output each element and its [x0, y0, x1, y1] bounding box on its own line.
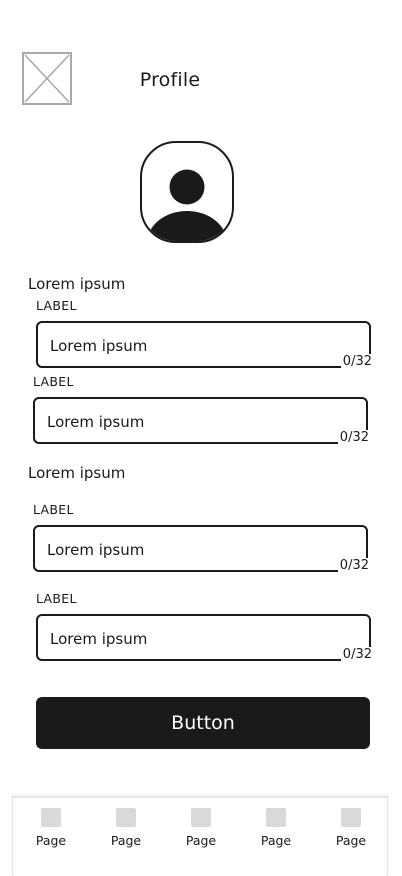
tab-page-4[interactable]: Page [246, 808, 306, 854]
field-character-counter: 0/32 [337, 558, 369, 574]
text-field[interactable]: Lorem ipsum 0/32 [36, 321, 372, 370]
text-field[interactable]: Lorem ipsum 0/32 [36, 614, 372, 663]
avatar[interactable] [140, 141, 234, 243]
tab-page-5[interactable]: Page [321, 808, 381, 854]
page-icon [116, 808, 136, 827]
page-icon [341, 808, 361, 827]
primary-button[interactable]: Button [36, 697, 370, 749]
tab-page-2[interactable]: Page [96, 808, 156, 854]
tab-label: Page [35, 833, 67, 848]
field-value: Lorem ipsum [50, 337, 148, 355]
field-character-counter: 0/32 [340, 354, 372, 370]
field-character-counter: 0/32 [340, 647, 372, 663]
text-field[interactable]: Lorem ipsum 0/32 [33, 525, 369, 574]
field-value: Lorem ipsum [47, 541, 145, 559]
user-avatar-icon [147, 169, 227, 241]
field-label: LABEL [36, 298, 77, 313]
tab-page-3[interactable]: Page [171, 808, 231, 854]
tab-page-1[interactable]: Page [21, 808, 81, 854]
section-heading: Lorem ipsum [28, 275, 126, 293]
field-label: LABEL [36, 591, 77, 606]
field-label: LABEL [33, 374, 74, 389]
page-icon [41, 808, 61, 827]
field-label: LABEL [33, 502, 74, 517]
tab-label: Page [110, 833, 142, 848]
tab-label: Page [185, 833, 217, 848]
tab-label: Page [260, 833, 292, 848]
field-character-counter: 0/32 [337, 430, 369, 446]
field-value: Lorem ipsum [50, 630, 148, 648]
text-field[interactable]: Lorem ipsum 0/32 [33, 397, 369, 446]
page-title: Profile [139, 69, 201, 91]
bottom-tab-bar: Page Page Page Page Page [12, 796, 388, 876]
tab-label: Page [335, 833, 367, 848]
field-value: Lorem ipsum [47, 413, 145, 431]
page-icon [191, 808, 211, 827]
page-icon [266, 808, 286, 827]
section-heading: Lorem ipsum [28, 464, 126, 482]
